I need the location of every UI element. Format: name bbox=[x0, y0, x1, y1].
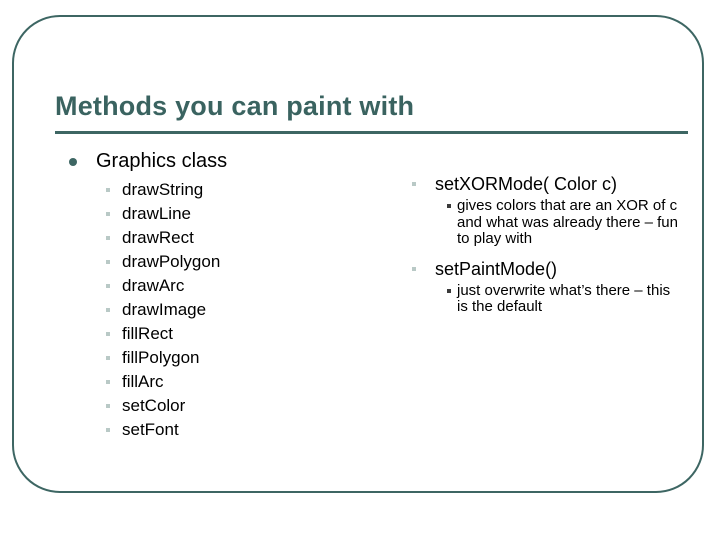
left-content-column: Graphics class drawString drawLine drawR… bbox=[60, 148, 390, 442]
method-signature: setPaintMode() bbox=[435, 258, 558, 279]
method-entry: setPaintMode() just overwrite what’s the… bbox=[405, 257, 685, 316]
list-item: drawLine bbox=[60, 202, 390, 226]
slide: Methods you can paint with Graphics clas… bbox=[0, 0, 720, 540]
method-description: just overwrite what’s there – this is th… bbox=[457, 281, 671, 315]
method-signature-row: setXORMode( Color c) bbox=[405, 172, 685, 196]
square-bullet-icon bbox=[106, 356, 110, 360]
list-item: fillPolygon bbox=[60, 346, 390, 370]
method-name: drawPolygon bbox=[122, 252, 221, 271]
method-name: fillArc bbox=[122, 372, 164, 391]
square-bullet-icon bbox=[106, 260, 110, 264]
square-bullet-icon bbox=[106, 236, 110, 240]
square-bullet-icon bbox=[106, 212, 110, 216]
method-description: gives colors that are an XOR of c and wh… bbox=[457, 197, 678, 247]
method-signature: setXORMode( Color c) bbox=[435, 174, 618, 194]
method-name: setColor bbox=[122, 396, 186, 415]
list-item: fillArc bbox=[60, 370, 390, 394]
list-item: drawPolygon bbox=[60, 250, 390, 274]
list-item: fillRect bbox=[60, 322, 390, 346]
graphics-class-heading: Graphics class bbox=[60, 148, 390, 174]
right-content-column: setXORMode( Color c) gives colors that a… bbox=[405, 172, 685, 325]
method-entry: setXORMode( Color c) gives colors that a… bbox=[405, 172, 685, 248]
list-item: drawArc bbox=[60, 274, 390, 298]
graphics-class-heading-label: Graphics class bbox=[96, 150, 228, 172]
method-name: drawRect bbox=[122, 228, 194, 247]
method-name: drawString bbox=[122, 180, 204, 199]
square-bullet-icon bbox=[106, 404, 110, 408]
square-bullet-icon bbox=[106, 380, 110, 384]
square-bullet-icon bbox=[106, 284, 110, 288]
round-bullet-icon bbox=[69, 158, 77, 166]
dot-bullet-icon bbox=[447, 204, 451, 208]
dot-bullet-icon bbox=[447, 288, 451, 293]
slide-body: Graphics class drawString drawLine drawR… bbox=[0, 0, 720, 540]
method-description-row: gives colors that are an XOR of c and wh… bbox=[405, 197, 685, 248]
square-bullet-icon bbox=[106, 188, 110, 192]
square-bullet-icon bbox=[412, 182, 416, 186]
square-bullet-icon bbox=[412, 266, 416, 271]
square-bullet-icon bbox=[106, 308, 110, 312]
method-name: fillRect bbox=[122, 324, 174, 343]
method-name: fillPolygon bbox=[122, 348, 200, 367]
method-description-row: just overwrite what’s there – this is th… bbox=[405, 281, 685, 316]
list-item: setColor bbox=[60, 394, 390, 418]
list-item: drawRect bbox=[60, 226, 390, 250]
method-name: setFont bbox=[122, 420, 179, 439]
list-item: drawImage bbox=[60, 298, 390, 322]
method-signature-row: setPaintMode() bbox=[405, 257, 685, 281]
method-name: drawImage bbox=[122, 300, 207, 319]
method-name: drawLine bbox=[122, 204, 191, 223]
method-name: drawArc bbox=[122, 276, 185, 295]
square-bullet-icon bbox=[106, 428, 110, 432]
list-item: drawString bbox=[60, 178, 390, 202]
list-item: setFont bbox=[60, 418, 390, 442]
square-bullet-icon bbox=[106, 332, 110, 336]
